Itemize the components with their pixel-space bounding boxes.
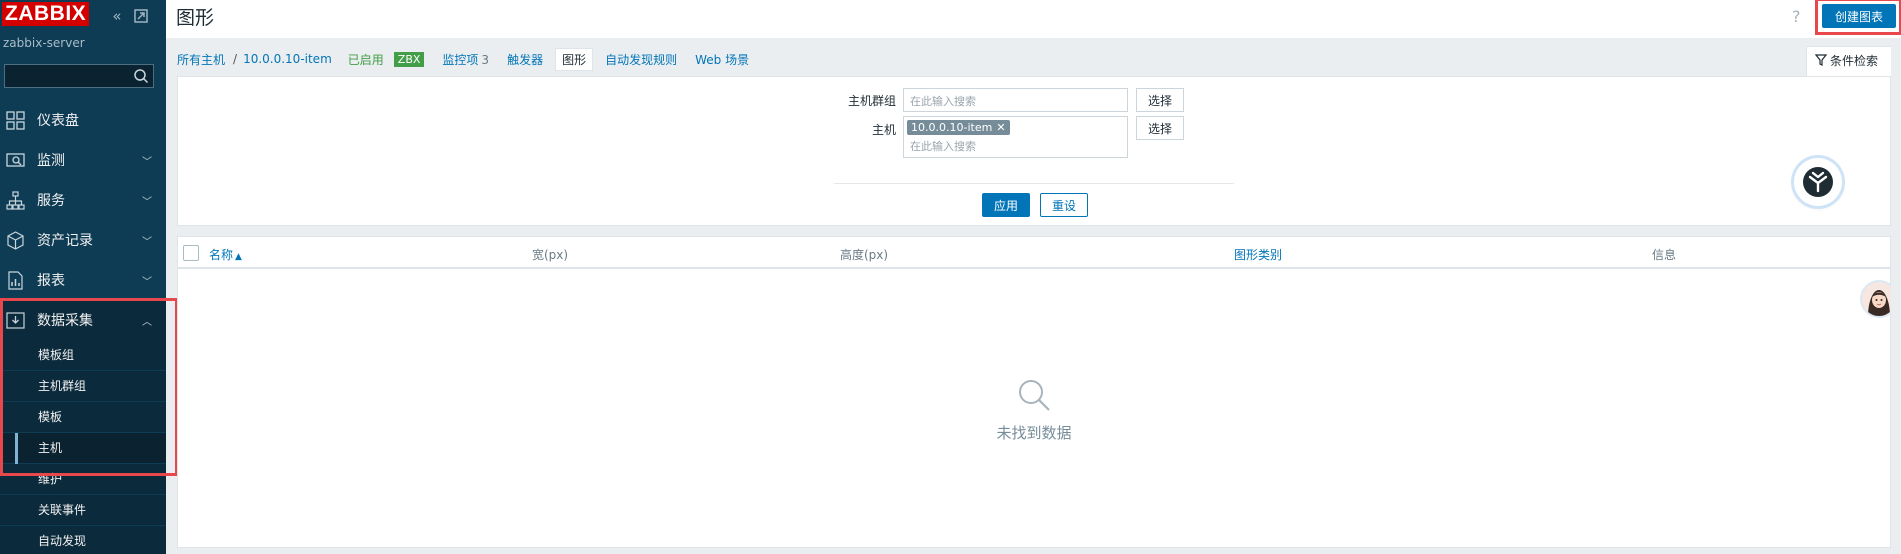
host-select-button[interactable]: 选择 [1136, 116, 1184, 140]
column-graph-type[interactable]: 图形类别 [1234, 246, 1282, 263]
sort-asc-icon: ▲ [235, 252, 242, 262]
menu-label: 服务 [37, 193, 65, 209]
zabbix-logo[interactable]: ZABBIX [2, 2, 90, 26]
chevron-down-icon: ﹀ [142, 276, 152, 288]
host-group-label: 主机群组 [847, 94, 896, 108]
column-width: 宽(px) [532, 248, 569, 262]
menu-item-monitoring[interactable]: 监测 ﹀ [0, 140, 166, 180]
reports-icon [8, 271, 23, 290]
host-tag: 10.0.0.10-item ✕ [907, 120, 1010, 135]
column-name-label: 名称 [209, 248, 234, 262]
host-group-input[interactable]: 在此输入搜索 [903, 88, 1128, 112]
table-header: 名称 ▲ 宽(px) 高度(px) 图形类别 信息 [178, 237, 1890, 269]
menu-label: 数据采集 [37, 313, 93, 329]
monitoring-icon [6, 153, 25, 167]
menu-label: 报表 [37, 273, 65, 289]
menu-item-inventory[interactable]: 资产记录 ﹀ [0, 220, 166, 260]
page-title: 图形 [176, 7, 215, 29]
select-all-checkbox[interactable] [183, 245, 199, 261]
breadcrumb-separator: / [233, 52, 238, 66]
menu-label: 仪表盘 [37, 113, 79, 129]
search-icon[interactable] [133, 68, 149, 84]
sidebar-search-input[interactable] [5, 65, 125, 87]
kiosk-mode-icon[interactable] [132, 7, 150, 25]
host-multiselect[interactable]: 10.0.0.10-item ✕ 在此输入搜索 [903, 116, 1128, 158]
chevron-down-icon: ﹀ [142, 196, 152, 208]
host-status-enabled[interactable]: 已启用 [348, 51, 384, 68]
create-graph-button[interactable]: 创建图表 [1822, 4, 1896, 28]
submenu-item-maintenance[interactable]: 维护 [0, 464, 166, 495]
submenu-item-host-groups[interactable]: 主机群组 [0, 371, 166, 402]
data-collection-submenu: 模板组 主机群组 模板 主机 维护 关联事件 自动发现 [0, 340, 166, 554]
empty-text: 未找到数据 [996, 424, 1072, 442]
assistant-float-button[interactable] [1794, 158, 1842, 206]
host-label: 主机 [871, 123, 896, 137]
tab-items-count: 3 [481, 52, 490, 67]
assistant-logo-icon [1803, 167, 1833, 197]
submenu-item-event-correlation[interactable]: 关联事件 [0, 495, 166, 526]
submenu-item-hosts[interactable]: 主机 [0, 433, 166, 464]
filter-icon [1814, 54, 1828, 66]
tab-items[interactable]: 监控项 3 [442, 51, 489, 68]
logo-row: ZABBIX « [0, 0, 166, 34]
host-group-select-button[interactable]: 选择 [1136, 88, 1184, 112]
sidebar-search[interactable] [4, 64, 154, 88]
filter-tab-label: 条件检索 [1830, 54, 1879, 68]
server-name: zabbix-server [3, 36, 85, 50]
main-menu: 仪表盘 监测 ﹀ 服务 ﹀ 资产记录 ﹀ 报表 ﹀ 数据采集 ︿ 模板组 主机群… [0, 100, 166, 554]
zbx-availability-badge: ZBX [393, 51, 425, 67]
apply-button[interactable]: 应用 [982, 193, 1030, 217]
tab-items-label: 监控项 [442, 52, 479, 67]
inventory-icon [7, 231, 24, 250]
graphs-table: 名称 ▲ 宽(px) 高度(px) 图形类别 信息 未找到数据 [177, 236, 1891, 548]
submenu-item-discovery[interactable]: 自动发现 [0, 526, 166, 554]
column-name[interactable]: 名称 ▲ [209, 246, 242, 263]
tab-graphs[interactable]: 图形 [555, 47, 594, 71]
tab-web-scenarios[interactable]: Web 场景 [695, 51, 749, 68]
page-header: 图形 ? 创建图表 [166, 0, 1901, 38]
services-icon [6, 191, 25, 210]
data-collection-icon [6, 312, 25, 329]
submenu-item-template-groups[interactable]: 模板组 [0, 340, 166, 371]
host-search-placeholder[interactable]: 在此输入搜索 [910, 138, 976, 154]
page-scrollbar[interactable] [1891, 38, 1901, 554]
remove-tag-icon[interactable]: ✕ [996, 121, 1005, 134]
filter-tab[interactable]: 条件检索 [1806, 46, 1892, 76]
submenu-item-templates[interactable]: 模板 [0, 402, 166, 433]
menu-item-reports[interactable]: 报表 ﹀ [0, 260, 166, 300]
menu-label: 资产记录 [37, 233, 93, 249]
sidebar: ZABBIX « zabbix-server 仪表盘 监测 ﹀ 服务 ﹀ 资产记… [0, 0, 166, 554]
host-navigation: 所有主机 / 10.0.0.10-item 已启用 ZBX 监控项 3 触发器 图… [177, 44, 1891, 74]
host-tag-label: 10.0.0.10-item [911, 121, 993, 134]
chevron-down-icon: ﹀ [142, 236, 152, 248]
chevron-up-icon: ︿ [142, 316, 152, 328]
tab-discovery-rules[interactable]: 自动发现规则 [605, 51, 677, 68]
filter-divider [834, 183, 1234, 184]
menu-item-data-collection[interactable]: 数据采集 ︿ [0, 300, 166, 340]
breadcrumb-host[interactable]: 10.0.0.10-item [243, 52, 332, 66]
column-info: 信息 [1652, 248, 1677, 262]
empty-state: 未找到数据 [178, 377, 1890, 443]
menu-label: 监测 [37, 153, 65, 169]
no-data-search-icon [1019, 380, 1050, 411]
menu-item-dashboard[interactable]: 仪表盘 [0, 100, 166, 140]
breadcrumb-all-hosts[interactable]: 所有主机 [177, 51, 225, 68]
filter-panel: 主机群组 在此输入搜索 选择 主机 10.0.0.10-item ✕ 在此输入搜索… [177, 76, 1891, 226]
help-icon[interactable]: ? [1792, 7, 1801, 26]
dashboard-icon [6, 111, 25, 130]
reset-button[interactable]: 重设 [1040, 193, 1088, 217]
column-height: 高度(px) [840, 248, 889, 262]
menu-item-services[interactable]: 服务 ﹀ [0, 180, 166, 220]
collapse-sidebar-icon[interactable]: « [108, 7, 126, 25]
tab-triggers[interactable]: 触发器 [507, 51, 543, 68]
chevron-down-icon: ﹀ [142, 156, 152, 168]
